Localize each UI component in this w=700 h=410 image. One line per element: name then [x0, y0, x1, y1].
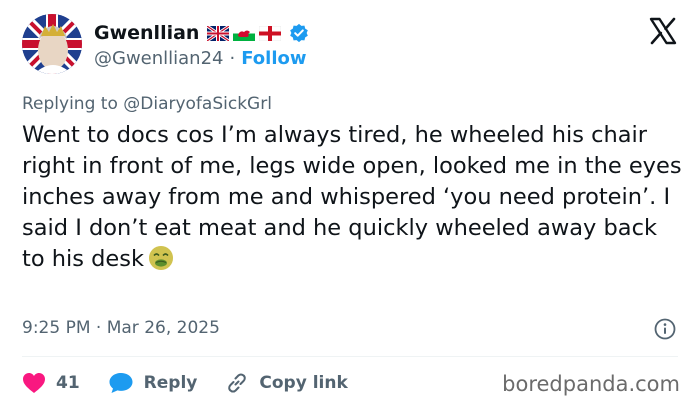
x-logo-icon[interactable] — [648, 16, 678, 46]
heart-icon — [23, 373, 45, 393]
author-handle[interactable]: @Gwenllian24 — [94, 48, 224, 69]
reply-button[interactable]: Reply — [108, 372, 198, 394]
handle-row: @Gwenllian24 · Follow — [94, 48, 307, 69]
tweet-text: Went to docs cos I’m always tired, he wh… — [22, 120, 682, 275]
reply-label: Reply — [143, 373, 198, 393]
replying-to-mention[interactable]: @DiaryofaSickGrl — [123, 94, 272, 114]
avatar[interactable] — [22, 14, 82, 74]
welsh-flag-icon — [233, 25, 256, 41]
follow-button[interactable]: Follow — [241, 48, 306, 69]
like-count: 41 — [56, 373, 80, 393]
separator-dot: · — [229, 48, 236, 69]
replying-to-label: Replying to — [22, 94, 118, 114]
divider — [22, 356, 678, 357]
england-flag-icon — [259, 25, 282, 41]
tweet-card: Gwenllian @Gwenllian24 · Follow Replying… — [0, 0, 700, 410]
copy-link-label: Copy link — [259, 373, 348, 393]
like-button[interactable]: 41 — [22, 372, 80, 394]
union-jack-flag-icon — [207, 25, 230, 41]
reply-bubble-icon — [109, 373, 133, 393]
verified-badge-icon — [290, 23, 309, 43]
nauseated-face-emoji-icon — [149, 246, 174, 270]
avatar-image — [22, 14, 82, 74]
replying-to: Replying to @DiaryofaSickGrl — [22, 94, 272, 114]
action-bar: 41 Reply Copy link — [22, 368, 376, 398]
tweet-text-content: Went to docs cos I’m always tired, he wh… — [22, 122, 682, 272]
copy-link-button[interactable]: Copy link — [225, 371, 348, 395]
watermark: boredpanda.com — [502, 372, 680, 396]
info-icon[interactable] — [654, 318, 676, 340]
flag-emojis — [207, 25, 282, 41]
display-name[interactable]: Gwenllian — [94, 22, 199, 44]
link-icon — [228, 373, 247, 393]
tweet-timestamp[interactable]: 9:25 PM · Mar 26, 2025 — [22, 318, 220, 338]
author-name-row: Gwenllian — [94, 20, 309, 46]
